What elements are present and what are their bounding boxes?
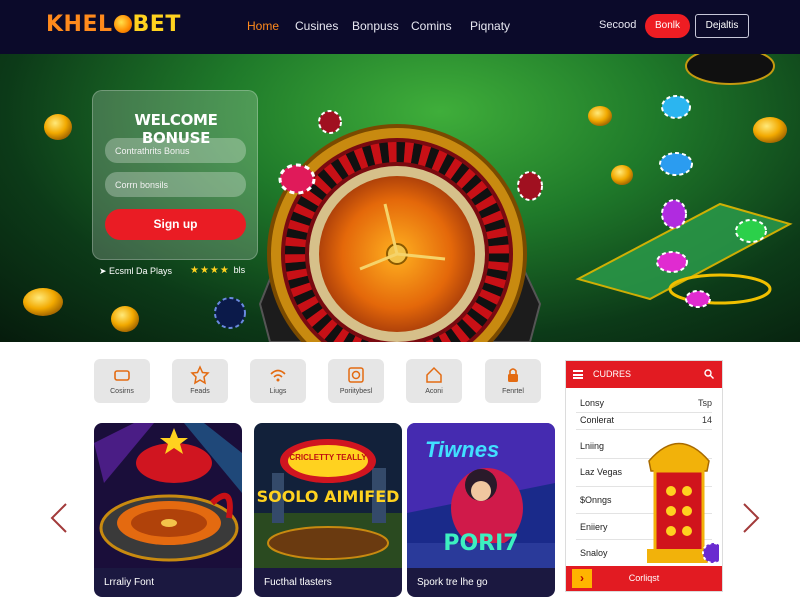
promo-code-input[interactable] [105, 138, 246, 163]
game-art-badge: Tiwnes [425, 437, 500, 462]
categories-panel: CUDRES Lonsy Tsp Conlerat 14 Lniing Laz Ve… [565, 360, 723, 592]
category-live[interactable]: Liugs [250, 359, 306, 403]
bonus-email-input[interactable] [105, 172, 246, 197]
login-button[interactable]: Dejaltis [695, 14, 749, 38]
panel-title: CUDRES [593, 369, 632, 379]
chevron-right-icon: › [572, 569, 592, 588]
panel-row[interactable]: Lonsy Tsp [580, 398, 712, 408]
lock-icon [508, 368, 518, 382]
carousel-prev-icon[interactable] [48, 502, 72, 534]
hero-banner: WELCOME BONUSE Sign up ➤ Ecsml Da Plays … [0, 54, 800, 342]
nav-link-secondary[interactable]: Secood [599, 19, 636, 31]
play-icon: ➤ [99, 266, 110, 276]
category-home[interactable]: Aconi [406, 359, 462, 403]
hamburger-icon[interactable] [573, 370, 583, 379]
top-nav: KHEL BET Home Cusines Bonpuss Comins Piqn… [0, 0, 800, 54]
logo-ball-icon [113, 15, 132, 33]
nav-link-casinos[interactable]: Cusines [295, 19, 338, 33]
game-card-title: Spork tre lhe go [407, 568, 555, 597]
panel-header: CUDRES [566, 361, 722, 388]
panel-row[interactable]: Conlerat 14 [580, 415, 712, 425]
game-art-title: PORI7 [443, 531, 519, 556]
welcome-bonus-card: WELCOME BONUSE Sign up [92, 90, 258, 260]
star-icon [190, 365, 210, 385]
divider [576, 429, 712, 430]
hero-note: ➤ Ecsml Da Plays [99, 266, 173, 276]
logo[interactable]: KHEL BET [46, 12, 181, 37]
game-art-badge: CRICLETTY TEALLY [289, 453, 367, 462]
search-icon[interactable] [704, 369, 714, 379]
category-roulette[interactable]: Poriitybesl [328, 359, 384, 403]
roulette-game-art [94, 423, 242, 568]
game-art-title: SOOLO AIMIFED [256, 487, 400, 506]
primary-nav-button[interactable]: Bonlk [645, 14, 690, 38]
divider [576, 412, 712, 413]
sign-up-button[interactable]: Sign up [105, 209, 246, 240]
nav-link-payments[interactable]: Piqnaty [470, 19, 510, 33]
nav-link-bonuses[interactable]: Bonpuss [352, 19, 399, 33]
category-casinos[interactable]: Cosirns [94, 359, 150, 403]
nav-link-coming[interactable]: Comins [411, 19, 452, 33]
casino-icon [114, 370, 130, 381]
nav-link-home[interactable]: Home [247, 19, 279, 33]
category-secure[interactable]: Fenrtel [485, 359, 541, 403]
rating-stars: ★★★★ bls [190, 265, 246, 276]
wifi-icon [270, 369, 286, 382]
house-icon [426, 366, 442, 383]
game-card[interactable]: Tiwnes PORI7 Spork tre lhe go [407, 423, 555, 597]
category-features[interactable]: Feads [172, 359, 228, 403]
game-card-title: Fucthal tlasters [254, 568, 402, 597]
game-card[interactable]: Lrraliy Font [94, 423, 242, 597]
star-icon: ★★★★ [190, 265, 230, 276]
panel-footer-button[interactable]: › Corliqst [566, 566, 722, 591]
game-card[interactable]: CRICLETTY TEALLY SOOLO AIMIFED Fucthal t… [254, 423, 402, 597]
game-card-title: Lrraliy Font [94, 568, 242, 597]
slot-machine-art [647, 442, 719, 564]
roulette-icon [348, 367, 364, 383]
carousel-next-icon[interactable] [738, 502, 762, 534]
